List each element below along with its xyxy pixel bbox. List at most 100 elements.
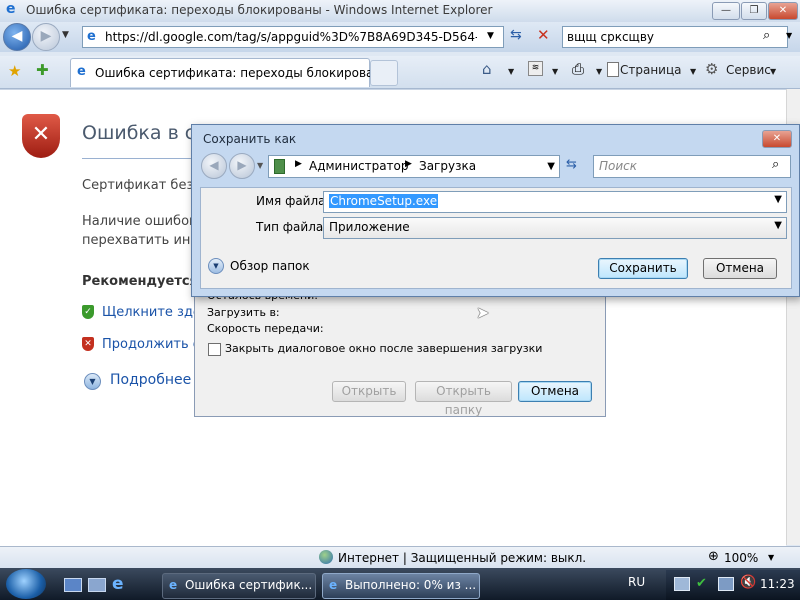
maximize-button[interactable]: ❐	[741, 2, 767, 20]
minimize-button[interactable]: —	[712, 2, 740, 20]
tray-security-icon[interactable]: ✔	[696, 576, 707, 591]
favorites-star-icon[interactable]: ★	[8, 62, 21, 80]
search-options-icon[interactable]: ▼	[786, 31, 792, 40]
search-box[interactable]: вщщ срксщву ⌕	[562, 26, 788, 48]
gear-icon: ⚙	[705, 60, 719, 78]
address-bar[interactable]: e https://dl.google.com/tag/s/appguid%3D…	[82, 26, 504, 48]
filetype-select[interactable]: Приложение ▼	[323, 217, 787, 239]
tray-display-icon[interactable]	[718, 577, 734, 591]
heading-divider	[82, 158, 192, 159]
show-desktop-icon[interactable]	[64, 578, 82, 592]
link-continue[interactable]: Продолжить о	[102, 337, 201, 352]
taskbar-item-download[interactable]: e Выполнено: 0% из ...	[322, 573, 480, 599]
save-dialog-cancel-button[interactable]: Отмена	[703, 258, 777, 279]
mouse-cursor-icon: ➤	[476, 303, 490, 322]
window-titlebar: e Ошибка сертификата: переходы блокирова…	[0, 0, 800, 22]
save-dialog-refresh-icon[interactable]: ⇆	[566, 157, 577, 172]
open-button[interactable]: Открыть	[332, 381, 406, 402]
filename-dropdown-icon[interactable]: ▼	[774, 194, 782, 205]
print-icon[interactable]: ⎙	[572, 60, 584, 78]
ie-icon: e	[6, 1, 16, 17]
browse-folders-toggle[interactable]: Обзор папок	[230, 259, 310, 273]
save-dialog-breadcrumb-bar[interactable]: ▶ Администратор ▶ Загрузка ▼	[268, 155, 560, 178]
window-title: Ошибка сертификата: переходы блокированы…	[26, 3, 493, 17]
breadcrumb-dropdown-icon[interactable]: ▼	[547, 161, 555, 172]
tray-clock[interactable]: 11:23	[760, 577, 795, 591]
zoom-icon: ⊕	[708, 549, 719, 564]
address-input[interactable]: https://dl.google.com/tag/s/appguid%3D%7…	[105, 30, 477, 44]
switch-windows-icon[interactable]	[88, 578, 106, 592]
save-dialog-title: Сохранить как	[203, 132, 297, 146]
filename-input[interactable]: ChromeSetup.exe	[329, 194, 439, 208]
refresh-icon[interactable]: ⇆	[510, 27, 522, 43]
more-info-link[interactable]: Подробнее	[110, 372, 191, 388]
home-icon[interactable]: ⌂	[482, 60, 492, 78]
save-dialog-forward-button[interactable]: ▶	[229, 153, 255, 179]
back-button[interactable]: ◀	[3, 23, 31, 51]
download-to-label: Загрузить в:	[207, 306, 280, 319]
search-icon[interactable]: ⌕	[763, 28, 770, 43]
save-dialog-search-input[interactable]: Поиск	[599, 159, 637, 173]
error-text-1: Сертификат безо	[82, 178, 202, 193]
tab-label: Ошибка сертификата: переходы блокированы	[95, 66, 391, 80]
quicklaunch-ie-icon[interactable]: e	[112, 574, 124, 594]
breadcrumb-item-downloads[interactable]: Загрузка	[419, 159, 476, 173]
save-dialog-close-button[interactable]: ✕	[762, 130, 792, 148]
breadcrumb-item-admin[interactable]: Администратор	[309, 159, 409, 173]
more-info-expand-icon[interactable]: ▼	[84, 373, 101, 390]
history-dropdown-icon[interactable]: ▼	[62, 30, 69, 40]
taskbar-item-label: Ошибка сертифик...	[184, 578, 313, 592]
page-icon: e	[87, 29, 96, 44]
save-button[interactable]: Сохранить	[598, 258, 688, 279]
service-menu[interactable]: Сервис	[726, 63, 771, 77]
save-dialog-search-icon[interactable]: ⌕	[772, 157, 779, 172]
transfer-speed-label: Скорость передачи:	[207, 322, 324, 335]
red-shield-icon: ✕	[82, 337, 94, 351]
forward-button[interactable]: ▶	[32, 23, 60, 51]
close-on-complete-checkbox[interactable]	[208, 343, 221, 356]
taskbar-item-label: Выполнено: 0% из ...	[344, 578, 477, 592]
zoom-level[interactable]: 100%	[724, 551, 758, 565]
start-button[interactable]	[6, 569, 46, 599]
close-on-complete-label[interactable]: Закрыть диалоговое окно после завершения…	[225, 342, 542, 355]
add-favorites-icon[interactable]: ✚	[36, 61, 49, 79]
link-click-here[interactable]: Щелкните здес	[102, 305, 208, 320]
recommend-heading: Рекомендуется	[82, 274, 198, 289]
service-menu-dropdown-icon[interactable]: ▼	[770, 67, 776, 76]
print-dropdown-icon[interactable]: ▼	[596, 67, 602, 76]
zoom-dropdown-icon[interactable]: ▼	[768, 553, 774, 562]
filetype-dropdown-icon[interactable]: ▼	[774, 220, 782, 231]
internet-zone-icon	[319, 550, 333, 564]
search-input[interactable]: вщщ срксщву	[567, 30, 654, 44]
language-indicator[interactable]: RU	[628, 575, 645, 589]
tray-network-icon[interactable]	[674, 577, 690, 591]
taskbar-ie-icon: e	[169, 578, 178, 592]
feeds-icon[interactable]: ≋	[528, 61, 543, 76]
taskbar-item-ie-error[interactable]: e Ошибка сертифик...	[162, 573, 316, 599]
shield-error-icon: ✕	[22, 114, 60, 158]
browse-folders-expand-icon[interactable]: ▼	[208, 258, 224, 274]
filetype-label: Тип файла:	[256, 220, 328, 234]
download-dialog: Осталось времени: Загрузить в: Скорость …	[194, 282, 606, 417]
folder-icon	[274, 159, 285, 174]
address-dropdown-icon[interactable]: ▼	[487, 31, 494, 41]
page-menu-dropdown-icon[interactable]: ▼	[690, 67, 696, 76]
download-cancel-button[interactable]: Отмена	[518, 381, 592, 402]
close-button[interactable]: ✕	[768, 2, 798, 20]
tray-volume-muted-icon[interactable]: 🔇	[740, 575, 756, 590]
save-dialog-history-icon[interactable]: ▼	[257, 161, 263, 170]
open-folder-button[interactable]: Открыть папку	[415, 381, 512, 417]
security-zone-text[interactable]: Интернет | Защищенный режим: выкл.	[338, 551, 586, 565]
save-dialog-back-button[interactable]: ◀	[201, 153, 227, 179]
stop-icon[interactable]: ✕	[537, 26, 550, 44]
page-menu-icon	[607, 62, 619, 77]
page-menu[interactable]: Страница	[620, 63, 682, 77]
feeds-dropdown-icon[interactable]: ▼	[552, 67, 558, 76]
filename-label: Имя файла:	[256, 194, 330, 208]
save-dialog-search-box[interactable]: Поиск ⌕	[593, 155, 791, 178]
filename-field[interactable]: ChromeSetup.exe ▼	[323, 191, 787, 213]
error-text-2-line1: Наличие ошибок	[82, 214, 197, 229]
home-dropdown-icon[interactable]: ▼	[508, 67, 514, 76]
new-tab-button[interactable]	[370, 60, 398, 86]
tab-active[interactable]: e Ошибка сертификата: переходы блокирова…	[70, 58, 391, 87]
